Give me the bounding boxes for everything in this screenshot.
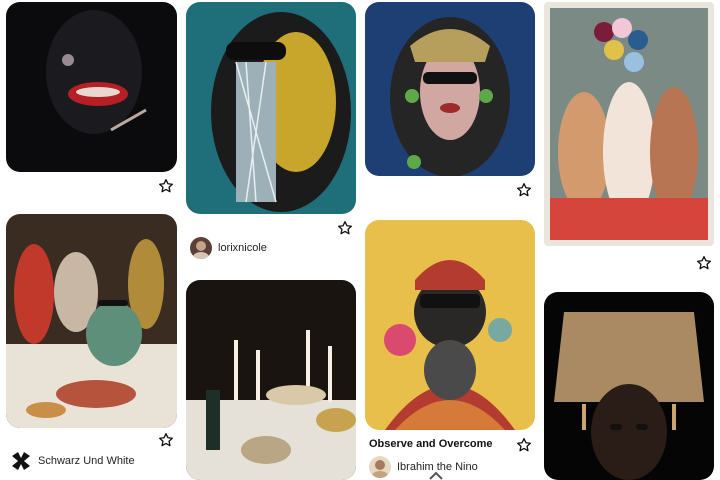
- save-star-icon[interactable]: [158, 178, 174, 194]
- pin-image-8[interactable]: [544, 292, 714, 480]
- author-schwarz[interactable]: Schwarz Und White: [10, 450, 135, 472]
- pin-image-5[interactable]: [6, 214, 177, 428]
- author-ibrahim[interactable]: Ibrahim the Nino: [369, 456, 478, 478]
- author-name: Schwarz Und White: [38, 455, 135, 467]
- avatar: [10, 450, 32, 472]
- pin-image-6[interactable]: [186, 280, 356, 480]
- pin-title[interactable]: Observe and Overcome: [369, 438, 493, 450]
- avatar: [369, 456, 391, 478]
- save-star-icon[interactable]: [158, 432, 174, 448]
- pin-image-3[interactable]: [365, 2, 535, 176]
- pin-image-7[interactable]: [365, 220, 535, 430]
- chevron-up-icon[interactable]: [428, 470, 444, 480]
- save-star-icon[interactable]: [516, 437, 532, 453]
- save-star-icon[interactable]: [516, 182, 532, 198]
- author-name: lorixnicole: [218, 242, 267, 254]
- pin-image-4[interactable]: [544, 2, 714, 246]
- avatar: [190, 237, 212, 259]
- pin-image-2[interactable]: [186, 2, 356, 214]
- pin-image-1[interactable]: [6, 2, 177, 172]
- save-star-icon[interactable]: [337, 220, 353, 236]
- save-star-icon[interactable]: [696, 255, 712, 271]
- author-lorixnicole[interactable]: lorixnicole: [190, 237, 267, 259]
